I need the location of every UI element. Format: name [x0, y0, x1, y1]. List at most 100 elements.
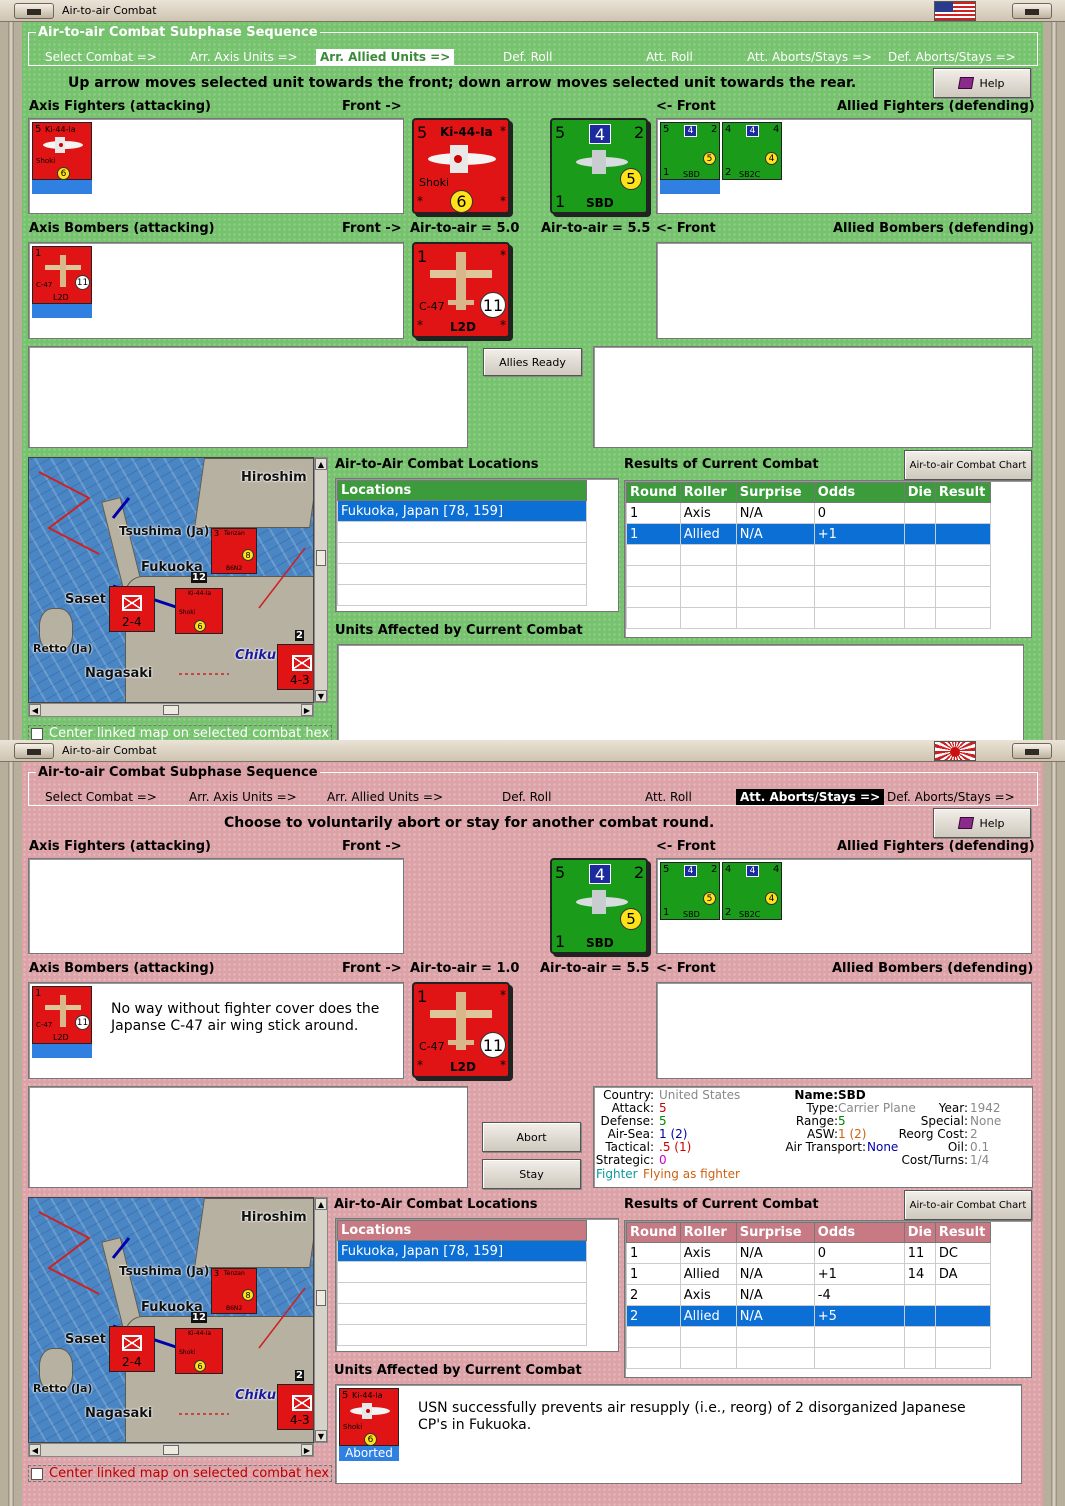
sbd-unit-front[interactable]: 5 4 2 5 1 SBD	[550, 858, 648, 954]
results-header-die: Die	[903, 1222, 936, 1243]
map-hscroll[interactable]: ◀ ▶	[28, 703, 314, 717]
front-label: Front ->	[342, 99, 402, 114]
checkbox-icon[interactable]	[31, 1467, 43, 1480]
map-unit-edge[interactable]: 4-3	[277, 644, 313, 690]
infantry-icon	[292, 1395, 312, 1411]
plane-icon	[428, 145, 496, 173]
scroll-up-icon[interactable]: ▲	[315, 1198, 327, 1210]
axis-fighters-label: Axis Fighters (attacking)	[29, 99, 211, 114]
affected-note: USN successfully prevents air resupply (…	[418, 1400, 966, 1433]
axis-reserve-panel[interactable]	[28, 1086, 468, 1188]
results-row[interactable]: 1 Allied N/A +1 14 DA	[626, 1263, 991, 1285]
map-label-sasebo: Saset	[65, 1332, 106, 1347]
results-row[interactable]	[626, 544, 991, 566]
results-panel: Round Roller Surprise Odds Die Result 1 Axis N/A…	[624, 480, 1032, 638]
center-map-checkbox[interactable]: Center linked map on selected combat hex	[28, 725, 333, 740]
results-row[interactable]: 2 Allied N/A +5	[626, 1305, 991, 1327]
results-row[interactable]	[626, 586, 991, 608]
scroll-thumb[interactable]	[316, 1290, 326, 1306]
location-row[interactable]: Fukuoka, Japan [78, 159]	[337, 1240, 587, 1262]
results-header-round: Round	[626, 1222, 681, 1243]
c47-unit-front[interactable]: 1 * 11 C-47 L2D * *	[412, 982, 510, 1078]
results-row[interactable]	[626, 565, 991, 587]
results-row[interactable]: 1 Axis N/A 0	[626, 502, 991, 524]
allied-reserve-panel[interactable]	[593, 346, 1033, 448]
map-hq-unit[interactable]: 2-4	[109, 586, 155, 632]
results-row[interactable]	[626, 1326, 991, 1348]
affected-panel	[337, 644, 1024, 740]
minimize-button[interactable]	[14, 743, 54, 759]
map-tenzan-unit[interactable]: 3 Tenzan 8 B6N2	[211, 1268, 257, 1314]
map-tenzan-unit[interactable]: 3 Tenzan 8 B6N2	[211, 528, 257, 574]
air-combat-chart-button[interactable]: Air-to-air Combat Chart	[904, 450, 1032, 480]
close-button[interactable]	[1012, 3, 1052, 19]
scroll-left-icon[interactable]: ◀	[29, 704, 41, 716]
map-hscroll[interactable]: ◀ ▶	[28, 1443, 314, 1457]
book-icon	[958, 77, 975, 89]
scroll-thumb[interactable]	[316, 550, 326, 566]
c47-unit-front[interactable]: 1 * 11 C-47 L2D * *	[412, 242, 510, 338]
results-row[interactable]: 1 Allied N/A +1	[626, 523, 991, 545]
scroll-down-icon[interactable]: ▼	[315, 690, 327, 702]
abort-button[interactable]: Abort	[482, 1122, 581, 1152]
map-unit-edge[interactable]: 4-3	[277, 1384, 313, 1430]
map-vscroll[interactable]: ▲ ▼	[314, 1197, 328, 1443]
scroll-down-icon[interactable]: ▼	[315, 1430, 327, 1442]
ki44-unit-small[interactable]: 5 Ki-44-Ia Shoki 6	[32, 122, 92, 180]
help-button[interactable]: Help	[933, 68, 1031, 98]
close-button[interactable]	[1012, 743, 1052, 759]
sbd-unit-small[interactable]: 5 4 2 5 1 SBD	[660, 122, 720, 180]
sbd-unit-front[interactable]: 5 4 2 5 1 SBD	[550, 118, 648, 214]
linked-map[interactable]: Hiroshim Tsushima (Ja) Fukuoka Saset Ret…	[28, 1197, 314, 1443]
stack-count-badge: 2	[295, 1370, 304, 1381]
axis-fighters-panel[interactable]: 5 Ki-44-Ia Shoki 6	[28, 118, 404, 214]
selected-bar	[660, 180, 720, 194]
selected-bar	[32, 1044, 92, 1058]
minimize-button[interactable]	[14, 3, 54, 19]
locations-table: Locations Fukuoka, Japan [78, 159]	[337, 1220, 587, 1346]
air-combat-chart-button[interactable]: Air-to-air Combat Chart	[904, 1190, 1032, 1220]
map-shoki-unit[interactable]: Ki-44-Ia Shoki 6	[175, 1328, 223, 1374]
allies-ready-button[interactable]: Allies Ready	[483, 348, 582, 376]
scroll-right-icon[interactable]: ▶	[301, 704, 313, 716]
scroll-thumb[interactable]	[163, 1445, 179, 1455]
seq-select-combat: Select Combat =>	[45, 790, 157, 804]
axis-reserve-panel[interactable]	[28, 346, 468, 448]
title-bar: Air-to-air Combat	[0, 0, 1065, 22]
map-vscroll[interactable]: ▲ ▼	[314, 457, 328, 703]
scroll-right-icon[interactable]: ▶	[301, 1444, 313, 1456]
locations-header: Locations	[337, 480, 587, 501]
scroll-thumb[interactable]	[163, 705, 179, 715]
help-button[interactable]: Help	[933, 808, 1031, 838]
axis-bombers-panel[interactable]: 1 11 C-47 L2D No way without fighter cov…	[28, 982, 404, 1079]
map-shoki-unit[interactable]: Ki-44-Ia Shoki 6	[175, 588, 223, 634]
sbd-unit-small[interactable]: 5 4 2 5 1 SBD	[660, 862, 720, 920]
allied-bombers-panel[interactable]	[656, 242, 1032, 339]
results-row[interactable]: 2 Axis N/A -4	[626, 1284, 991, 1306]
c47-unit-small[interactable]: 1 11 C-47 L2D	[32, 246, 92, 304]
ki44-unit-front[interactable]: 5 Ki-44-Ia * Shoki 6 * *	[412, 118, 510, 214]
checkbox-icon[interactable]	[31, 727, 43, 740]
map-hq-unit[interactable]: 2-4	[109, 1326, 155, 1372]
linked-map[interactable]: Hiroshim Tsushima (Ja) Fukuoka Saset Ret…	[28, 457, 314, 703]
c47-unit-small[interactable]: 1 11 C-47 L2D	[32, 986, 92, 1044]
results-table: Round Roller Surprise Odds Die Result 1 Axis N/A…	[626, 1222, 991, 1369]
results-row[interactable]	[626, 1347, 991, 1369]
axis-fighters-panel[interactable]	[28, 858, 404, 954]
location-row[interactable]: Fukuoka, Japan [78, 159]	[337, 500, 587, 522]
results-row[interactable]	[626, 607, 991, 629]
allied-bombers-panel[interactable]	[656, 982, 1032, 1079]
center-map-checkbox[interactable]: Center linked map on selected combat hex	[28, 1465, 333, 1482]
sb2c-unit-small[interactable]: 4 4 4 4 2 SB2C	[722, 862, 782, 920]
allied-fighters-panel[interactable]: 5 4 2 5 1 SBD 4 4 4 4 2 SB2C	[656, 118, 1032, 214]
axis-bombers-panel[interactable]: 1 11 C-47 L2D	[28, 242, 404, 339]
allied-fighters-panel[interactable]: 5 4 2 5 1 SBD 4 4 4 4 2 SB2C	[656, 858, 1032, 954]
scroll-up-icon[interactable]: ▲	[315, 458, 327, 470]
scroll-left-icon[interactable]: ◀	[29, 1444, 41, 1456]
results-header-result: Result	[934, 482, 991, 503]
results-row[interactable]: 1 Axis N/A 0 11 DC	[626, 1242, 991, 1264]
instruction-text: Choose to voluntarily abort or stay for …	[224, 815, 715, 831]
sb2c-unit-small[interactable]: 4 4 4 4 2 SB2C	[722, 122, 782, 180]
stay-button[interactable]: Stay	[482, 1159, 581, 1189]
ki44-unit-small[interactable]: 5 Ki-44-Ia Shoki 6	[339, 1388, 399, 1446]
